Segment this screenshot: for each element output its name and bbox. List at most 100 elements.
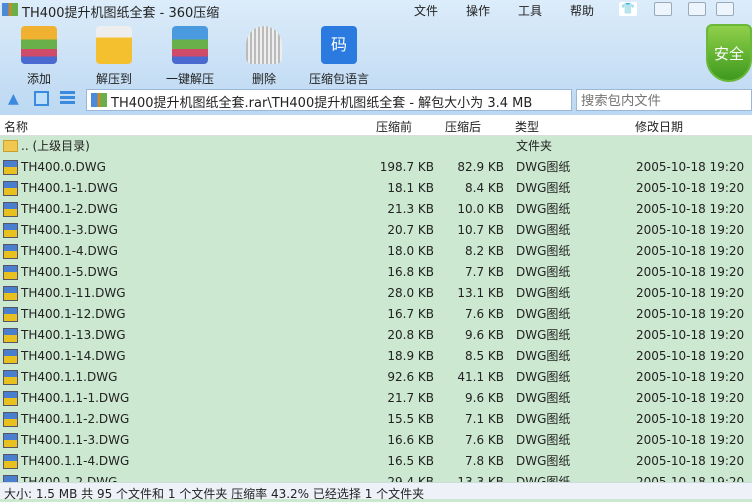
packed-size: 10.7 KB: [457, 223, 504, 237]
modified-date: 2005-10-18 19:20: [636, 286, 745, 300]
maximize-button[interactable]: [716, 2, 734, 16]
menu-operate[interactable]: 操作: [466, 2, 490, 19]
original-size: 16.7 KB: [387, 307, 434, 321]
dwg-file-icon: [3, 454, 18, 469]
original-size: 21.7 KB: [387, 391, 434, 405]
dwg-file-icon: [3, 265, 18, 280]
file-row[interactable]: TH400.1.1-2.DWG 15.5 KB 7.1 KB DWG图纸 2005-10…: [0, 409, 752, 430]
menu-file[interactable]: 文件: [414, 2, 438, 19]
archive-icon: [91, 93, 107, 107]
file-type: DWG图纸: [516, 265, 571, 279]
col-type[interactable]: 类型: [515, 118, 539, 135]
minimize-button[interactable]: [688, 2, 706, 16]
original-size: 28.0 KB: [387, 286, 434, 300]
file-name: TH400.1.1.DWG: [21, 370, 118, 384]
file-name: TH400.1-11.DWG: [21, 286, 126, 300]
modified-date: 2005-10-18 19:20: [636, 265, 745, 279]
archive-language-icon: 码: [321, 26, 357, 64]
packed-size: 7.8 KB: [465, 454, 504, 468]
packed-size: 41.1 KB: [457, 370, 504, 384]
original-size: 20.8 KB: [387, 328, 434, 342]
modified-date: 2005-10-18 19:20: [636, 391, 745, 405]
file-list[interactable]: .. (上级目录) 文件夹 TH400.0.DWG 198.7 KB 82.9 KB…: [0, 136, 752, 482]
menu-help[interactable]: 帮助: [570, 2, 594, 19]
file-type: DWG图纸: [516, 286, 571, 300]
file-row[interactable]: TH400.1.1-3.DWG 16.6 KB 7.6 KB DWG图纸 2005-10…: [0, 430, 752, 451]
add-archive-icon: [21, 26, 57, 64]
file-row[interactable]: TH400.1-2.DWG 21.3 KB 10.0 KB DWG图纸 2005-10-…: [0, 199, 752, 220]
file-name: TH400.1-4.DWG: [21, 244, 118, 258]
file-type: DWG图纸: [516, 160, 571, 174]
packed-size: 7.6 KB: [465, 433, 504, 447]
file-row[interactable]: TH400.1-12.DWG 16.7 KB 7.6 KB DWG图纸 2005-10-…: [0, 304, 752, 325]
file-row[interactable]: TH400.1-14.DWG 18.9 KB 8.5 KB DWG图纸 2005-10-…: [0, 346, 752, 367]
file-type: DWG图纸: [516, 202, 571, 216]
file-type: DWG图纸: [516, 370, 571, 384]
modified-date: 2005-10-18 19:20: [636, 370, 745, 384]
delete-button[interactable]: 删除: [232, 26, 296, 87]
modified-date: 2005-10-18 19:20: [636, 433, 745, 447]
search-input[interactable]: [576, 89, 752, 111]
one-click-extract-button[interactable]: 一键解压: [158, 26, 222, 87]
file-row[interactable]: TH400.1.1-1.DWG 21.7 KB 9.6 KB DWG图纸 2005-10…: [0, 388, 752, 409]
original-size: 16.5 KB: [387, 454, 434, 468]
archive-language-button[interactable]: 码压缩包语言: [307, 26, 371, 87]
extract-to-icon: [96, 26, 132, 64]
skin-icon[interactable]: 👕: [619, 2, 637, 16]
file-name: TH400.1.1-4.DWG: [21, 454, 130, 468]
packed-size: 7.1 KB: [465, 412, 504, 426]
file-name: TH400.1-12.DWG: [21, 307, 126, 321]
menu-tools[interactable]: 工具: [518, 2, 542, 19]
add-button[interactable]: 添加: [7, 26, 71, 87]
dwg-file-icon: [3, 370, 18, 385]
original-size: 198.7 KB: [379, 160, 434, 174]
thumbnail-view-icon[interactable]: [34, 91, 49, 106]
security-badge[interactable]: 安全: [706, 24, 752, 82]
file-type: DWG图纸: [516, 454, 571, 468]
dwg-file-icon: [3, 433, 18, 448]
parent-folder-row[interactable]: .. (上级目录) 文件夹: [0, 136, 752, 157]
file-type: DWG图纸: [516, 181, 571, 195]
file-name: TH400.1.1-2.DWG: [21, 412, 130, 426]
header-area: TH400提升机图纸全套 - 360压缩 文件 操作 工具 帮助 👕 添加 解压…: [0, 0, 752, 115]
col-name[interactable]: 名称: [4, 118, 28, 135]
file-row[interactable]: TH400.1.1-4.DWG 16.5 KB 7.8 KB DWG图纸 2005-10…: [0, 451, 752, 472]
col-date[interactable]: 修改日期: [635, 118, 683, 135]
file-row[interactable]: TH400.1.2.DWG 29.4 KB 13.3 KB DWG图纸 2005-10-…: [0, 472, 752, 482]
modified-date: 2005-10-18 19:20: [636, 475, 745, 482]
original-size: 16.8 KB: [387, 265, 434, 279]
original-size: 16.6 KB: [387, 433, 434, 447]
file-name: TH400.1.1-1.DWG: [21, 391, 130, 405]
col-size[interactable]: 压缩前: [376, 118, 412, 135]
col-packed[interactable]: 压缩后: [445, 118, 481, 135]
file-row[interactable]: TH400.1-3.DWG 20.7 KB 10.7 KB DWG图纸 2005-10-…: [0, 220, 752, 241]
dwg-file-icon: [3, 412, 18, 427]
feedback-icon[interactable]: [654, 2, 672, 16]
file-row[interactable]: TH400.0.DWG 198.7 KB 82.9 KB DWG图纸 2005-10-1…: [0, 157, 752, 178]
file-row[interactable]: TH400.1-11.DWG 28.0 KB 13.1 KB DWG图纸 2005-10…: [0, 283, 752, 304]
folder-icon: [3, 140, 18, 152]
modified-date: 2005-10-18 19:20: [636, 454, 745, 468]
file-row[interactable]: TH400.1-5.DWG 16.8 KB 7.7 KB DWG图纸 2005-10-1…: [0, 262, 752, 283]
modified-date: 2005-10-18 19:20: [636, 412, 745, 426]
original-size: 92.6 KB: [387, 370, 434, 384]
file-type: DWG图纸: [516, 412, 571, 426]
list-view-icon[interactable]: [60, 91, 75, 105]
file-name: TH400.1-3.DWG: [21, 223, 118, 237]
dwg-file-icon: [3, 286, 18, 301]
dwg-file-icon: [3, 160, 18, 175]
extract-to-button[interactable]: 解压到: [82, 26, 146, 87]
address-bar[interactable]: TH400提升机图纸全套.rar\TH400提升机图纸全套 - 解包大小为 3.…: [86, 89, 659, 111]
original-size: 21.3 KB: [387, 202, 434, 216]
file-row[interactable]: TH400.1.1.DWG 92.6 KB 41.1 KB DWG图纸 2005-10-…: [0, 367, 752, 388]
file-type: DWG图纸: [516, 349, 571, 363]
file-row[interactable]: TH400.1-4.DWG 18.0 KB 8.2 KB DWG图纸 2005-10-1…: [0, 241, 752, 262]
file-row[interactable]: TH400.1-13.DWG 20.8 KB 9.6 KB DWG图纸 2005-10-…: [0, 325, 752, 346]
window-title: TH400提升机图纸全套 - 360压缩: [22, 6, 220, 21]
up-icon[interactable]: ▲: [8, 91, 19, 107]
packed-size: 8.4 KB: [465, 181, 504, 195]
dwg-file-icon: [3, 307, 18, 322]
packed-size: 9.6 KB: [465, 328, 504, 342]
file-row[interactable]: TH400.1-1.DWG 18.1 KB 8.4 KB DWG图纸 2005-10-1…: [0, 178, 752, 199]
modified-date: 2005-10-18 19:20: [636, 202, 745, 216]
